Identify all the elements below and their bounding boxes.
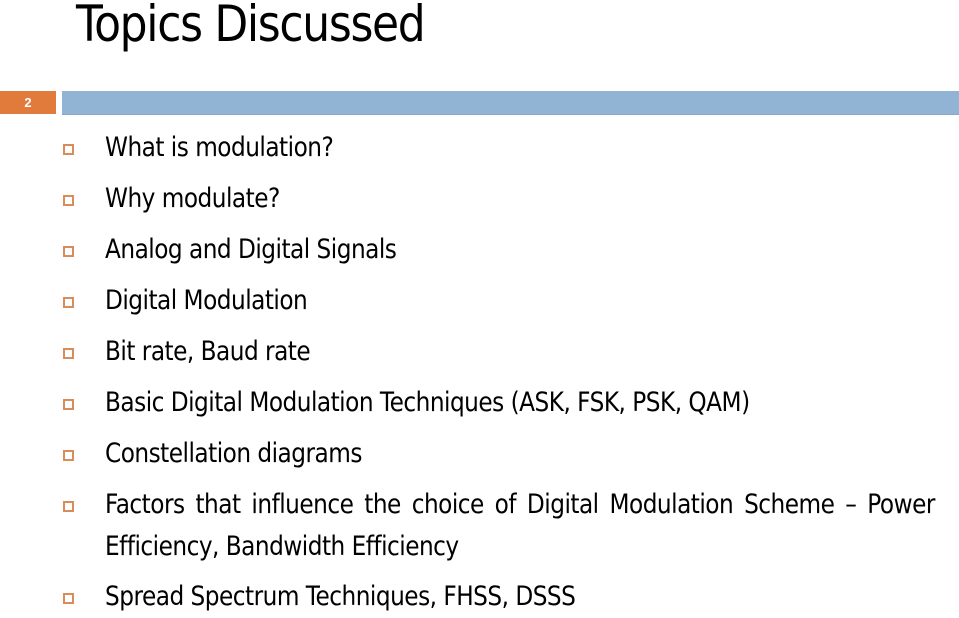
- slide-number: 2: [0, 91, 56, 114]
- list-item-text: Why modulate?: [105, 183, 280, 214]
- list-item-text: Digital Modulation: [105, 285, 308, 316]
- square-bullet-icon: [63, 399, 74, 410]
- square-bullet-icon: [63, 593, 74, 604]
- square-bullet-icon: [63, 450, 74, 461]
- list-item-text: Factors that influence the choice of Dig…: [105, 489, 935, 562]
- square-bullet-icon: [63, 297, 74, 308]
- square-bullet-icon: [63, 246, 74, 257]
- square-bullet-icon: [63, 144, 74, 155]
- square-bullet-icon: [63, 195, 74, 206]
- list-item-text: Spread Spectrum Techniques, FHSS, DSSS: [105, 581, 576, 612]
- list-item-text: Constellation diagrams: [105, 438, 362, 469]
- list-item-text: Basic Digital Modulation Techniques (ASK…: [105, 387, 750, 418]
- list-item-text: What is modulation?: [105, 132, 334, 163]
- list-item-text: Analog and Digital Signals: [105, 234, 397, 265]
- square-bullet-icon: [63, 501, 74, 512]
- slide-title: Topics Discussed: [76, 0, 426, 53]
- header-bar: [62, 91, 959, 115]
- square-bullet-icon: [63, 348, 74, 359]
- list-item-text: Bit rate, Baud rate: [105, 336, 311, 367]
